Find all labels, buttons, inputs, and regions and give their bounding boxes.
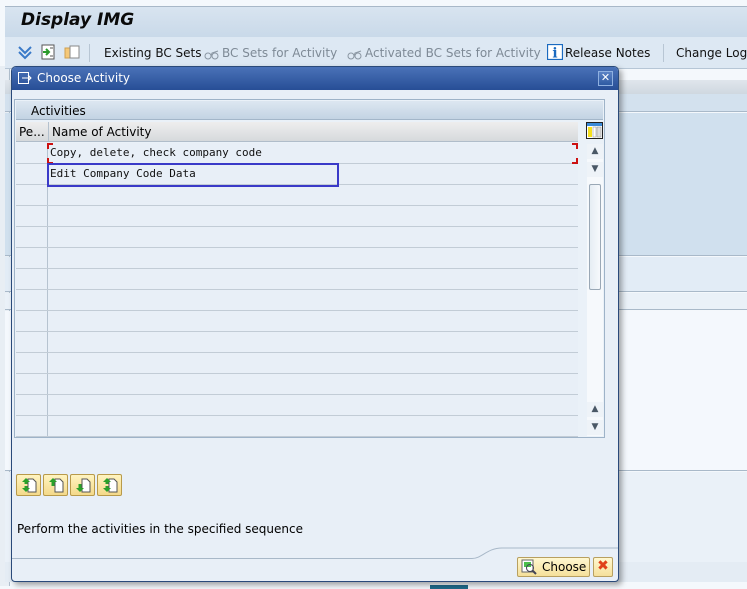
close-button[interactable]: ✕	[598, 71, 613, 86]
table-row[interactable]	[16, 311, 578, 332]
bc-sets-for-activity-button[interactable]: BC Sets for Activity	[222, 46, 337, 60]
row-selector[interactable]	[16, 248, 48, 268]
glasses-icon	[347, 50, 362, 60]
choose-button[interactable]: Choose	[517, 557, 590, 577]
move-down-button[interactable]	[70, 474, 95, 496]
table-row[interactable]	[16, 416, 578, 437]
table-row[interactable]	[16, 332, 578, 353]
table-row[interactable]	[16, 227, 578, 248]
move-down-icon	[76, 478, 91, 493]
vertical-scrollbar[interactable]: ▲ ▼ ▲ ▼	[587, 144, 603, 436]
title-bar: Display IMG	[5, 6, 747, 37]
row-selector[interactable]	[16, 269, 48, 289]
row-selector[interactable]	[16, 374, 48, 394]
selection-marker	[572, 143, 578, 149]
move-up-button[interactable]	[43, 474, 68, 496]
scroll-page-down-button[interactable]: ▼	[587, 420, 603, 435]
move-up-icon	[49, 478, 64, 493]
dialog-title: Choose Activity	[37, 71, 130, 85]
row-selector[interactable]	[16, 311, 48, 331]
toolbar-separator	[663, 44, 664, 62]
table-title-bar: Activities	[16, 101, 603, 120]
application-toolbar: Existing BC Sets BC Sets for Activity Ac…	[5, 37, 747, 69]
sequence-hint: Perform the activities in the specified …	[17, 522, 303, 536]
move-top-icon	[22, 478, 37, 493]
move-bottom-button[interactable]	[97, 474, 122, 496]
table-row[interactable]	[16, 374, 578, 395]
selection-marker	[47, 158, 53, 164]
table-row[interactable]	[16, 248, 578, 269]
table-row[interactable]	[16, 206, 578, 227]
execute-icon[interactable]	[40, 44, 56, 60]
column-separator[interactable]	[48, 122, 49, 142]
row-selector[interactable]	[16, 416, 48, 436]
svg-text:i: i	[552, 46, 557, 60]
info-icon: i	[547, 44, 563, 60]
table-title: Activities	[31, 104, 86, 118]
move-bottom-icon	[103, 478, 118, 493]
activity-name: Copy, delete, check company code	[50, 146, 262, 159]
glasses-icon	[204, 50, 219, 60]
page-title: Display IMG	[21, 10, 135, 30]
table-row[interactable]	[16, 395, 578, 416]
column-header-pe[interactable]: Pe...	[19, 125, 45, 139]
table-row[interactable]: Edit Company Code Data	[16, 164, 578, 185]
activities-table: Activities Pe... Name of Activity Copy, …	[14, 99, 605, 438]
row-selector[interactable]	[16, 185, 48, 205]
row-selector[interactable]	[16, 290, 48, 310]
activity-name: Edit Company Code Data	[50, 167, 196, 180]
release-notes-button[interactable]: Release Notes	[565, 46, 650, 60]
dialog-icon	[18, 72, 32, 84]
row-selector[interactable]	[16, 227, 48, 247]
copy-icon[interactable]	[64, 44, 80, 60]
move-top-button[interactable]	[16, 474, 41, 496]
cancel-button[interactable]: ✖	[593, 557, 613, 577]
row-selector[interactable]	[16, 332, 48, 352]
scroll-up-button[interactable]: ▲	[587, 144, 603, 159]
expand-icon[interactable]	[17, 44, 33, 60]
row-selector[interactable]	[16, 353, 48, 373]
row-selector[interactable]	[16, 143, 48, 163]
toolbar-separator	[89, 44, 90, 62]
column-header-row: Pe... Name of Activity	[16, 122, 578, 142]
column-settings-icon[interactable]	[586, 122, 603, 139]
table-row[interactable]	[16, 185, 578, 206]
table-row[interactable]	[16, 290, 578, 311]
scroll-thumb[interactable]	[589, 184, 601, 290]
existing-bc-sets-button[interactable]: Existing BC Sets	[104, 46, 202, 60]
row-selector[interactable]	[16, 206, 48, 226]
column-header-name[interactable]: Name of Activity	[52, 125, 151, 139]
table-body: Copy, delete, check company code Edit Com…	[16, 143, 578, 437]
choose-label: Choose	[542, 560, 587, 574]
change-log-button[interactable]: Change Log	[676, 46, 747, 60]
table-row[interactable]: Copy, delete, check company code	[16, 143, 578, 164]
activated-bc-sets-button[interactable]: Activated BC Sets for Activity	[365, 46, 541, 60]
dialog-header: Choose Activity ✕	[12, 67, 618, 90]
background-indicator	[430, 585, 468, 589]
choose-icon	[521, 559, 537, 575]
row-selector[interactable]	[16, 164, 48, 184]
scroll-page-up-button[interactable]: ▲	[587, 402, 603, 417]
row-selector[interactable]	[16, 395, 48, 415]
table-row[interactable]	[16, 269, 578, 290]
table-row[interactable]	[16, 353, 578, 374]
selection-marker	[572, 158, 578, 164]
scroll-down-button[interactable]: ▼	[587, 162, 603, 177]
selection-marker	[47, 143, 53, 149]
choose-activity-dialog: Choose Activity ✕ Activities Pe... Name …	[11, 66, 619, 582]
